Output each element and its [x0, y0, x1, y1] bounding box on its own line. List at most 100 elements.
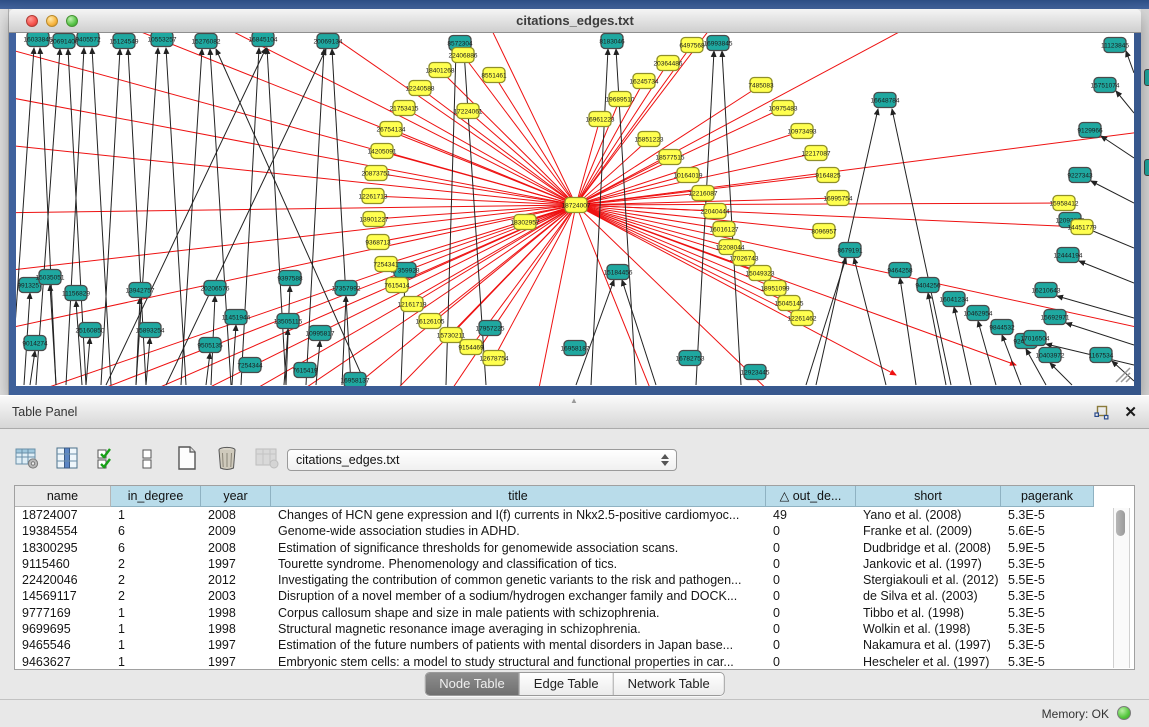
- network-node[interactable]: 15851223: [635, 132, 664, 147]
- network-node[interactable]: 9844532: [989, 320, 1015, 335]
- citation-edge-black[interactable]: [401, 278, 405, 385]
- network-node[interactable]: 20873751: [362, 166, 391, 181]
- network-node[interactable]: 18302957: [511, 215, 540, 230]
- network-node[interactable]: 22040444: [701, 204, 730, 219]
- network-node[interactable]: 17957225: [476, 321, 505, 336]
- network-node[interactable]: 9505135: [197, 338, 223, 353]
- table-cell[interactable]: 1: [111, 654, 201, 670]
- table-cell[interactable]: 2012: [201, 572, 271, 588]
- network-node[interactable]: 17224061: [454, 104, 483, 119]
- column-header-year[interactable]: year: [201, 486, 271, 507]
- table-cell[interactable]: Embryonic stem cells: a model to study s…: [271, 654, 766, 670]
- table-cell[interactable]: 5.3E-5: [1001, 637, 1094, 653]
- network-node[interactable]: 8679191: [837, 243, 863, 258]
- citation-edge-black[interactable]: [1066, 323, 1134, 345]
- citation-edge-black[interactable]: [1079, 261, 1134, 283]
- citation-edge-black[interactable]: [101, 49, 120, 385]
- table-cell[interactable]: 1997: [201, 637, 271, 653]
- network-node[interactable]: 9405572: [75, 33, 101, 47]
- table-cell[interactable]: Disruption of a novel member of a sodium…: [271, 588, 766, 604]
- table-cell[interactable]: 0: [766, 523, 856, 539]
- network-node[interactable]: 12444194: [1054, 248, 1083, 263]
- table-panel-header[interactable]: Table Panel ▲ ✕: [0, 395, 1149, 429]
- citation-edge-black[interactable]: [166, 48, 186, 385]
- network-node[interactable]: 12161719: [398, 297, 427, 312]
- table-cell[interactable]: 2003: [201, 588, 271, 604]
- citation-edge-black[interactable]: [1101, 136, 1134, 158]
- citation-edge-red[interactable]: [420, 88, 576, 205]
- network-node[interactable]: 26754134: [377, 122, 406, 137]
- table-cell[interactable]: 5.3E-5: [1001, 605, 1094, 621]
- table-cell[interactable]: 19384554: [15, 523, 111, 539]
- table-cell[interactable]: Structural magnetic resonance image aver…: [271, 621, 766, 637]
- network-node[interactable]: 1167534: [1089, 348, 1114, 363]
- network-hub-node[interactable]: 18724007: [562, 198, 591, 213]
- citation-edge-black[interactable]: [1126, 51, 1134, 73]
- panel-resize-grip[interactable]: ▲: [570, 398, 580, 404]
- network-node[interactable]: 7485083: [748, 78, 774, 93]
- citation-edge-black[interactable]: [241, 48, 259, 385]
- table-cell[interactable]: 5.3E-5: [1001, 621, 1094, 637]
- citation-edge-red[interactable]: [16, 205, 576, 213]
- citation-edge-black[interactable]: [900, 278, 916, 385]
- table-cell[interactable]: de Silva et al. (2003): [856, 588, 1001, 604]
- scrollbar-thumb[interactable]: [1116, 510, 1125, 536]
- network-node[interactable]: 10995817: [306, 326, 335, 341]
- table-row[interactable]: 2242004622012Investigating the contribut…: [15, 572, 1134, 588]
- table-cell[interactable]: 1: [111, 507, 201, 523]
- network-node[interactable]: 16041234: [940, 292, 969, 307]
- network-node[interactable]: 9464258: [887, 263, 913, 278]
- network-graph[interactable]: 1603384520691406940557215124549105532571…: [16, 33, 1134, 386]
- network-node[interactable]: 15276082: [192, 34, 221, 49]
- table-cell[interactable]: Tibbo et al. (1998): [856, 605, 1001, 621]
- network-node[interactable]: 18951099: [761, 281, 790, 296]
- network-node[interactable]: 9227343: [1067, 168, 1093, 183]
- network-node[interactable]: 8551461: [481, 68, 507, 83]
- network-node[interactable]: 9129966: [1077, 123, 1103, 138]
- table-cell[interactable]: 0: [766, 572, 856, 588]
- citation-edge-red[interactable]: [576, 205, 789, 303]
- citation-edge-black[interactable]: [76, 301, 82, 385]
- table-cell[interactable]: 2: [111, 572, 201, 588]
- table-mode-icon[interactable]: [14, 445, 40, 471]
- table-cell[interactable]: 1998: [201, 621, 271, 637]
- network-node[interactable]: 7254344: [237, 358, 263, 373]
- table-cell[interactable]: 6: [111, 540, 201, 556]
- network-node[interactable]: 9014274: [22, 336, 48, 351]
- citation-edge-black[interactable]: [206, 353, 210, 385]
- table-cell[interactable]: 14569117: [15, 588, 111, 604]
- network-node[interactable]: 7254341: [373, 257, 399, 272]
- table-cell[interactable]: 0: [766, 556, 856, 572]
- citation-edge-black[interactable]: [136, 298, 140, 385]
- citation-edge-red[interactable]: [576, 205, 802, 318]
- column-header-name[interactable]: name: [15, 486, 111, 507]
- table-cell[interactable]: 1997: [201, 654, 271, 670]
- table-cell[interactable]: 2008: [201, 507, 271, 523]
- table-cell[interactable]: 49: [766, 507, 856, 523]
- network-node[interactable]: 15049323: [746, 266, 775, 281]
- citation-edge-black[interactable]: [1050, 363, 1072, 385]
- table-cell[interactable]: Dudbridge et al. (2008): [856, 540, 1001, 556]
- network-node[interactable]: 11123845: [1101, 38, 1129, 53]
- citation-edge-black[interactable]: [86, 338, 90, 385]
- network-node[interactable]: 19689510: [606, 92, 635, 107]
- network-node[interactable]: 15035051: [36, 270, 65, 285]
- table-cell[interactable]: 1: [111, 621, 201, 637]
- table-row[interactable]: 1938455462009Genome-wide association stu…: [15, 523, 1134, 539]
- citation-edge-black[interactable]: [1091, 181, 1134, 203]
- table-cell[interactable]: 18724007: [15, 507, 111, 523]
- network-node[interactable]: 16995754: [824, 191, 853, 206]
- network-node[interactable]: 10553257: [148, 33, 177, 47]
- table-row[interactable]: 946362711997Embryonic stem cells: a mode…: [15, 654, 1134, 670]
- table-cell[interactable]: 1998: [201, 605, 271, 621]
- network-node[interactable]: 16245734: [630, 74, 659, 89]
- citation-edge-black[interactable]: [30, 351, 35, 385]
- network-node[interactable]: 15045145: [775, 296, 804, 311]
- citation-edge-black[interactable]: [854, 258, 886, 385]
- table-cell[interactable]: 1: [111, 605, 201, 621]
- network-node[interactable]: 20206576: [201, 281, 230, 296]
- network-node[interactable]: 13901227: [360, 212, 389, 227]
- network-node[interactable]: 15124549: [110, 34, 139, 49]
- network-node[interactable]: 11451944: [222, 310, 251, 325]
- network-node[interactable]: 16958137: [341, 373, 370, 387]
